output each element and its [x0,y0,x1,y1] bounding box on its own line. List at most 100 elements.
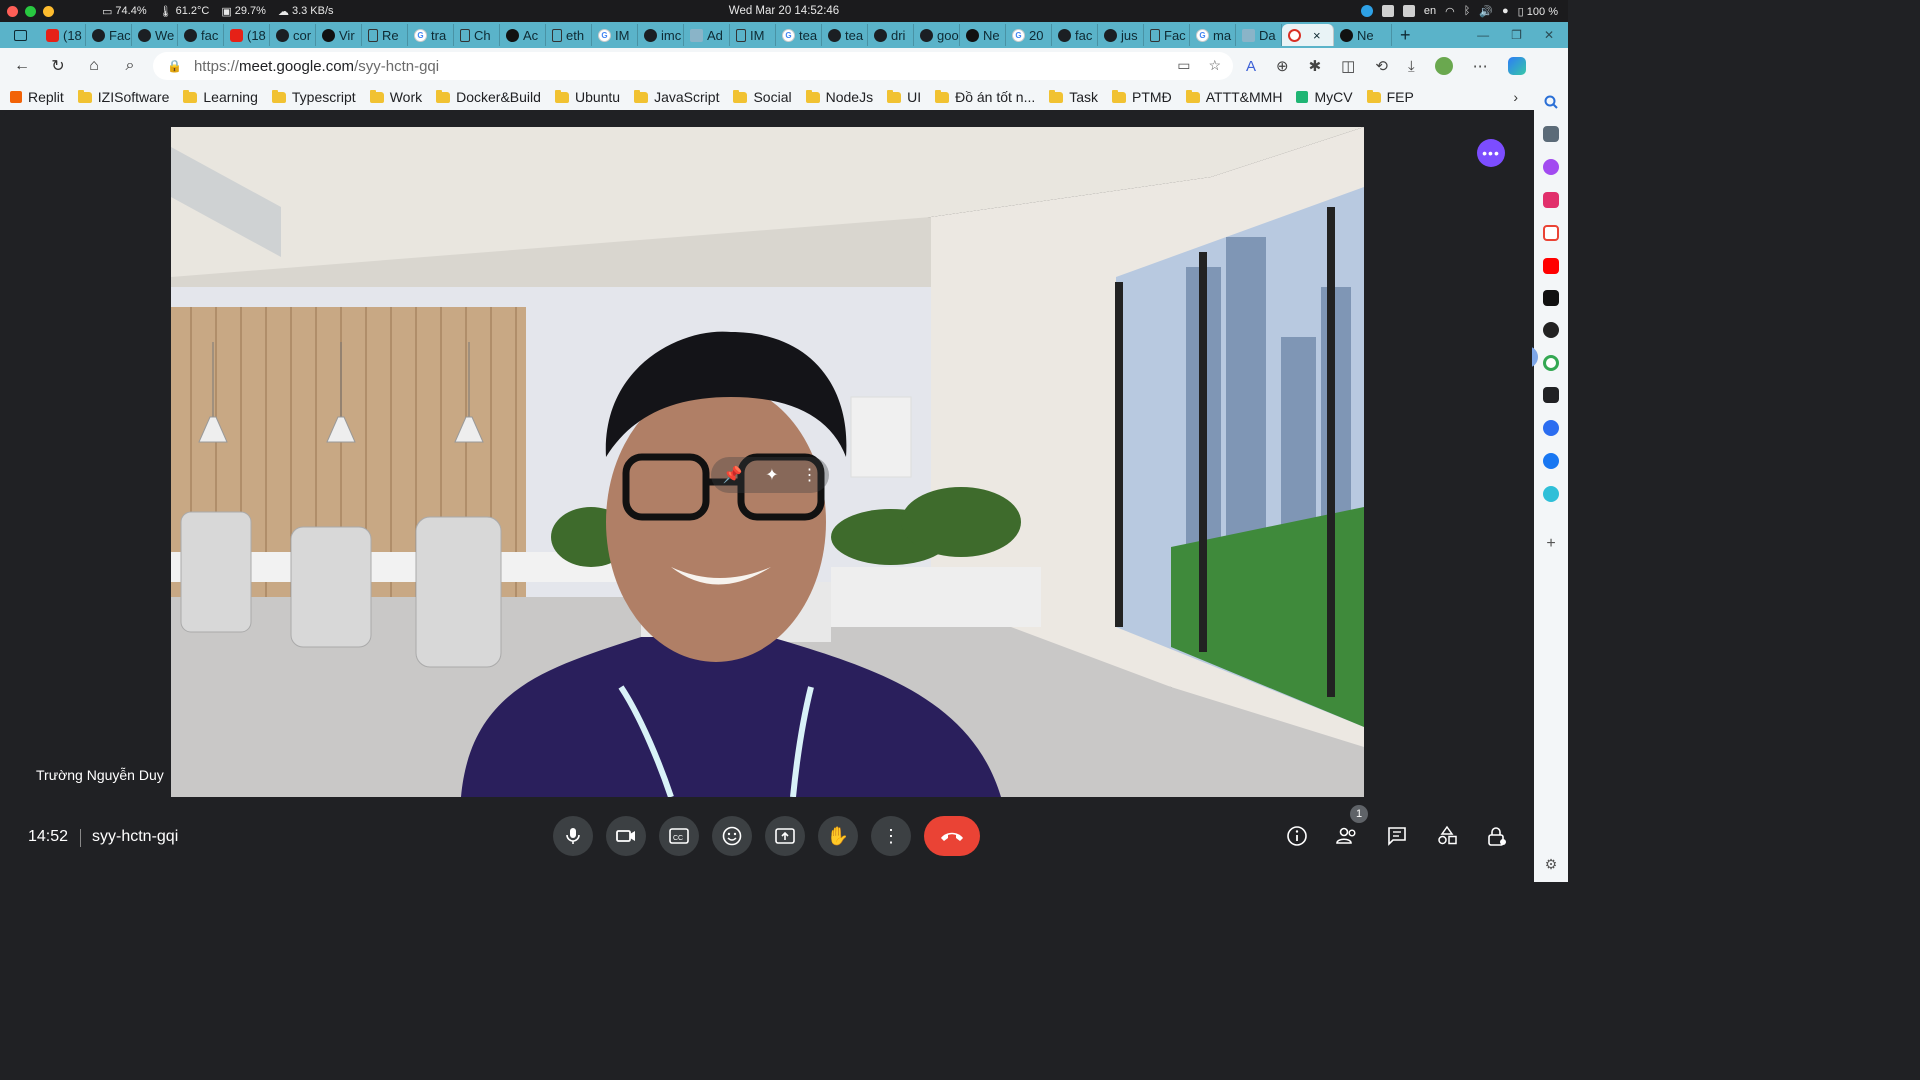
close-icon[interactable]: ✕ [1544,28,1554,42]
leave-call-button[interactable] [924,816,980,856]
camera-button[interactable] [606,816,646,856]
history-icon[interactable]: ⟲ [1375,57,1388,75]
chess-icon[interactable] [1543,126,1559,142]
messenger-icon[interactable] [1543,159,1559,175]
bookmark-item[interactable]: Typescript [271,89,356,105]
back-button[interactable]: ← [4,57,40,75]
tab[interactable]: Ac [500,24,546,46]
tab[interactable]: imc [638,24,684,46]
bookmark-item[interactable]: JavaScript [634,89,719,105]
volume-icon[interactable]: 🔊 [1479,5,1493,18]
tab[interactable]: Ad [684,24,730,46]
bookmark-item[interactable]: NodeJs [805,89,873,105]
url-field[interactable]: 🔒 https://meet.google.com/syy-hctn-gqi ▭… [153,52,1233,80]
tab[interactable]: eth [546,24,592,46]
tab[interactable]: Fac [86,24,132,46]
bookmark-star-icon[interactable]: ☆ [1208,57,1221,74]
minimize-window-dot[interactable] [43,5,54,17]
bookmark-item[interactable]: UI [887,89,921,105]
bookmark-item[interactable]: Đồ án tốt n... [935,89,1035,105]
instagram-icon[interactable] [1543,192,1559,208]
meeting-details-button[interactable] [1284,823,1310,849]
mic-tray-icon[interactable]: ● [1502,5,1509,17]
facebook-icon[interactable] [1543,453,1559,469]
menu-icon[interactable]: ⋯ [1473,57,1488,75]
reload-button[interactable]: ↻ [40,56,76,76]
tab[interactable]: Fac [1144,24,1190,46]
people-button[interactable]: 1 [1334,805,1368,849]
bookmark-item[interactable]: Work [369,89,422,105]
profile-avatar[interactable] [1434,57,1453,75]
activities-button[interactable] [1434,823,1460,849]
youtube-icon[interactable] [1543,258,1559,274]
edge-drop-icon[interactable] [1543,486,1559,502]
tab[interactable]: Gma [1190,24,1236,46]
battery-tray[interactable]: ▯ 100 % [1518,5,1558,18]
tab[interactable]: G IM [592,24,638,46]
bookmark-item[interactable]: FEP [1366,89,1414,105]
extension-icon[interactable]: ⊕ [1276,57,1289,75]
bookmark-item[interactable]: Docker&Build [436,89,541,105]
translate-icon[interactable]: A [1246,58,1256,75]
bookmark-item[interactable]: Ubuntu [554,89,620,105]
tab[interactable]: jus [1098,24,1144,46]
bookmark-item[interactable]: Replit [10,89,64,105]
bluetooth-icon[interactable]: ᛒ [1464,5,1471,17]
participant-video-tile[interactable]: 📌 ✦ ⋮ [171,127,1364,797]
tab[interactable]: Ne [960,24,1006,46]
tab[interactable]: fac [1052,24,1098,46]
sidebar-settings-icon[interactable]: ⚙ [1543,856,1559,872]
tab[interactable]: Ne [1334,24,1392,46]
search-icon[interactable] [1543,94,1559,110]
reactions-button[interactable] [712,816,752,856]
tab[interactable]: Ch [454,24,500,46]
raise-hand-button[interactable]: ✋ [818,816,858,856]
tab[interactable]: dri [868,24,914,46]
bookmark-item[interactable]: IZISoftware [77,89,169,105]
tab[interactable]: We [132,24,178,46]
camera-in-use-icon[interactable]: ▭ [1177,57,1190,74]
gmail-icon[interactable] [1543,225,1559,241]
tiktok-icon[interactable] [1543,290,1559,306]
tab[interactable]: (18 [40,24,86,46]
tab[interactable]: Da [1236,24,1282,46]
edge-tray-icon[interactable] [1360,5,1373,17]
tab-actions-icon[interactable] [13,29,27,41]
search-icon[interactable]: ⌕ [112,57,148,75]
chat-button[interactable] [1384,823,1410,849]
tab[interactable]: IM [730,24,776,46]
settings-tray-icon[interactable] [1381,5,1394,17]
microphone-button[interactable] [553,816,593,856]
add-sidebar-app-icon[interactable]: + [1543,536,1559,552]
download-icon[interactable]: ⤓ [1408,58,1415,75]
split-screen-icon[interactable]: ◫ [1341,57,1355,75]
tab[interactable]: tea [822,24,868,46]
bookmark-item[interactable]: ATTT&MMH [1185,89,1282,105]
language-indicator[interactable]: en [1424,5,1436,17]
figma-icon[interactable] [1543,387,1559,403]
clipboard-tray-icon[interactable] [1402,5,1415,17]
lock-icon[interactable]: 🔒 [167,59,182,73]
restore-icon[interactable]: ❐ [1511,28,1522,42]
close-window-dot[interactable] [7,5,18,17]
copilot-icon[interactable] [1507,57,1526,75]
tab-active[interactable]: × [1282,24,1334,46]
tile-more-options-icon[interactable]: ⋮ [802,465,818,485]
pin-icon[interactable]: 📌 [722,465,742,485]
puzzle-icon[interactable]: ✱ [1309,57,1322,75]
bookmark-item[interactable]: Social [733,89,792,105]
chatgpt-icon[interactable] [1543,322,1559,338]
captions-button[interactable]: CC [659,816,699,856]
tab[interactable]: Gtea [776,24,822,46]
tab[interactable]: fac [178,24,224,46]
home-button[interactable]: ⌂ [76,57,112,75]
bookmark-item[interactable]: Learning [183,89,258,105]
bookmark-item[interactable]: Task [1049,89,1098,105]
host-controls-button[interactable] [1484,823,1510,849]
bookmark-item[interactable]: PTMĐ [1112,89,1172,105]
zoom-window-dot[interactable] [25,5,36,17]
tab[interactable]: G 20 [1006,24,1052,46]
present-screen-button[interactable] [765,816,805,856]
tab[interactable]: Re [362,24,408,46]
bookmark-item[interactable]: MyCV [1296,89,1353,105]
